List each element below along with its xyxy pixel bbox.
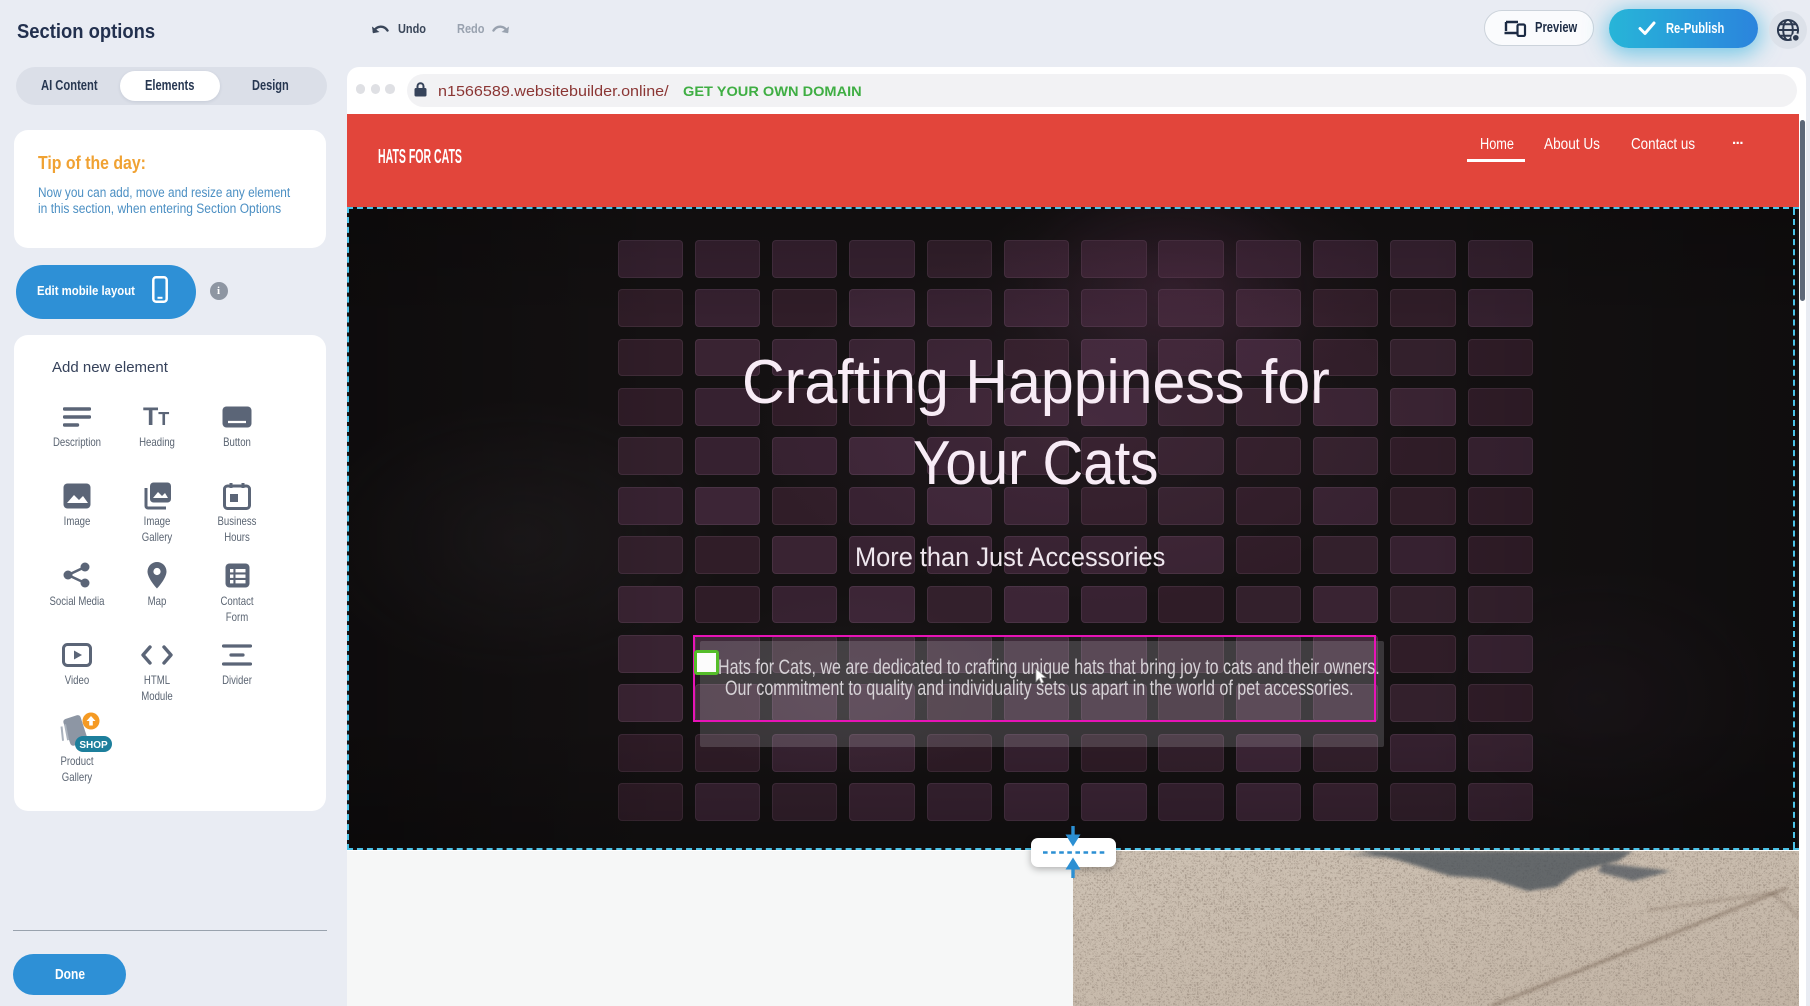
svg-text:SHOP: SHOP xyxy=(79,740,108,751)
